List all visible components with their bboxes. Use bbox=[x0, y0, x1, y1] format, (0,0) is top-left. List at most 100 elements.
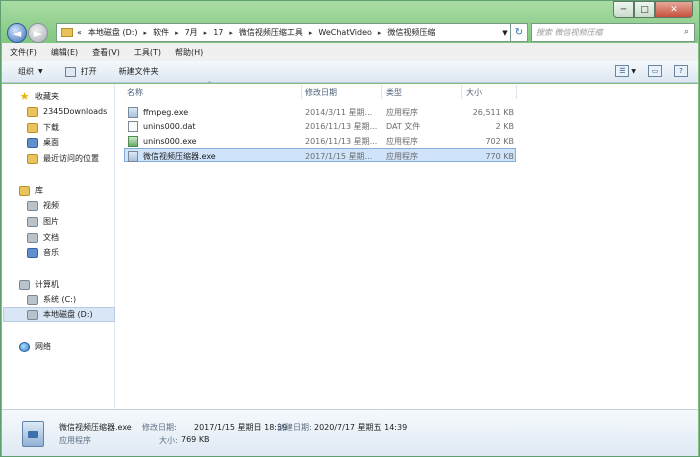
column-header-name[interactable]: 名称 bbox=[127, 84, 143, 100]
nav-recent[interactable]: 最近访问的位置 bbox=[27, 151, 99, 166]
breadcrumb-separator-icon[interactable]: ▸ bbox=[309, 29, 313, 37]
file-name: 微信视频压缩器.exe bbox=[143, 151, 216, 161]
refresh-button[interactable]: ↻ bbox=[510, 23, 528, 42]
nav-network[interactable]: 网络 bbox=[19, 339, 51, 354]
file-date: 2016/11/13 星期... bbox=[305, 121, 378, 131]
file-name: unins000.exe bbox=[143, 136, 197, 146]
address-overflow[interactable]: « bbox=[77, 28, 82, 37]
maximize-button[interactable]: □ bbox=[634, 1, 655, 18]
minimize-button[interactable]: ─ bbox=[613, 1, 634, 18]
organize-label: 组织 bbox=[18, 67, 34, 76]
help-button[interactable]: ? bbox=[674, 65, 688, 77]
column-divider[interactable] bbox=[381, 85, 382, 99]
back-button[interactable]: ◄ bbox=[7, 23, 27, 43]
nav-label: 收藏夹 bbox=[35, 92, 59, 101]
breadcrumb-segment[interactable]: 7月 bbox=[185, 27, 198, 38]
column-divider[interactable] bbox=[301, 85, 302, 99]
breadcrumb-segment[interactable]: 微信视频压缩 bbox=[387, 27, 435, 38]
column-label: 类型 bbox=[386, 87, 402, 97]
menu-tools[interactable]: 工具(T) bbox=[134, 47, 161, 58]
column-label: 大小 bbox=[466, 87, 482, 97]
nav-music[interactable]: 音乐 bbox=[27, 245, 59, 260]
exe-icon bbox=[128, 106, 138, 118]
column-header-type[interactable]: 类型 bbox=[386, 84, 402, 100]
column-divider[interactable] bbox=[516, 85, 517, 99]
exe-icon bbox=[128, 150, 138, 162]
file-name: unins000.dat bbox=[143, 121, 196, 131]
new-folder-button[interactable]: 新建文件夹 bbox=[119, 66, 159, 77]
chevron-down-icon: ▼ bbox=[502, 28, 508, 37]
details-size-label: 大小: bbox=[159, 436, 178, 445]
nav-label: 本地磁盘 (D:) bbox=[43, 310, 93, 319]
table-row[interactable]: unins000.exe 2016/11/13 星期... 应用程序 702 K… bbox=[124, 134, 516, 148]
close-button[interactable]: ✕ bbox=[655, 1, 693, 18]
menu-help[interactable]: 帮助(H) bbox=[175, 47, 203, 58]
breadcrumb-segment[interactable]: 软件 bbox=[153, 27, 169, 38]
nav-label: 视频 bbox=[43, 201, 59, 210]
chevron-down-icon[interactable]: ▼ bbox=[631, 68, 636, 75]
file-size: 26,511 KB bbox=[472, 107, 514, 117]
breadcrumb-separator-icon[interactable]: ▸ bbox=[144, 29, 148, 37]
nav-download[interactable]: 下载 bbox=[27, 120, 59, 135]
breadcrumb-separator-icon[interactable]: ▸ bbox=[175, 29, 179, 37]
menu-file[interactable]: 文件(F) bbox=[10, 47, 37, 58]
breadcrumb-segment[interactable]: 17 bbox=[213, 28, 223, 37]
search-box[interactable]: 搜索 微信视频压缩 ⌕ bbox=[531, 23, 695, 42]
nav-documents[interactable]: 文档 bbox=[27, 230, 59, 245]
details-file-name: 微信视频压缩器.exe bbox=[59, 423, 132, 432]
table-row[interactable]: ffmpeg.exe 2014/3/11 星期... 应用程序 26,511 K… bbox=[124, 105, 516, 119]
nav-desktop[interactable]: 桌面 bbox=[27, 135, 59, 150]
breadcrumb-segment[interactable]: 微信视频压缩工具 bbox=[239, 27, 303, 38]
star-icon: ★ bbox=[19, 90, 30, 103]
file-size: 2 KB bbox=[495, 121, 514, 131]
details-created-value: 2020/7/17 星期五 14:39 bbox=[314, 423, 408, 432]
breadcrumb-separator-icon[interactable]: ▸ bbox=[204, 29, 208, 37]
menu-view[interactable]: 查看(V) bbox=[92, 47, 120, 58]
open-label: 打开 bbox=[80, 67, 97, 76]
nav-favorites[interactable]: ★ 收藏夹 bbox=[19, 89, 59, 104]
open-button[interactable]: 打开 bbox=[64, 66, 97, 77]
details-size-value: 769 KB bbox=[181, 435, 210, 444]
details-modified-label: 修改日期: bbox=[142, 423, 177, 432]
nav-label: 库 bbox=[35, 186, 43, 195]
breadcrumb-separator-icon[interactable]: ▸ bbox=[378, 29, 382, 37]
folder-icon bbox=[61, 28, 73, 37]
column-label: 名称 bbox=[127, 87, 143, 97]
breadcrumb-segment[interactable]: 本地磁盘 (D:) bbox=[88, 27, 138, 38]
breadcrumb-segment[interactable]: WeChatVideo bbox=[318, 28, 371, 37]
nav-computer[interactable]: 计算机 bbox=[19, 277, 59, 292]
nav-drive-d[interactable]: 本地磁盘 (D:) bbox=[3, 307, 115, 322]
nav-label: 桌面 bbox=[43, 138, 59, 147]
drive-icon bbox=[27, 294, 38, 305]
chevron-down-icon: ▼ bbox=[38, 68, 43, 75]
nav-2345downloads[interactable]: 2345Downloads bbox=[27, 104, 107, 119]
file-type: DAT 文件 bbox=[386, 121, 421, 131]
desktop-icon bbox=[27, 137, 38, 148]
file-name: ffmpeg.exe bbox=[143, 107, 189, 117]
table-row[interactable]: unins000.dat 2016/11/13 星期... DAT 文件 2 K… bbox=[124, 119, 516, 133]
nav-pictures[interactable]: 图片 bbox=[27, 214, 59, 229]
preview-pane-button[interactable]: ▭ bbox=[648, 65, 662, 77]
change-view-button[interactable]: ☰ bbox=[615, 65, 630, 77]
address-bar[interactable]: « 本地磁盘 (D:) ▸ 软件 ▸ 7月 ▸ 17 ▸ 微信视频压缩工具 ▸ … bbox=[56, 23, 521, 42]
organize-button[interactable]: 组织 ▼ bbox=[18, 66, 43, 77]
column-header-size[interactable]: 大小 bbox=[466, 84, 482, 100]
folder-icon bbox=[27, 106, 38, 117]
search-input[interactable]: 搜索 微信视频压缩 bbox=[536, 27, 603, 38]
video-icon bbox=[27, 200, 38, 211]
nav-videos[interactable]: 视频 bbox=[27, 198, 59, 213]
nav-libraries[interactable]: 库 bbox=[19, 183, 43, 198]
column-divider[interactable] bbox=[461, 85, 462, 99]
nav-label: 网络 bbox=[35, 342, 51, 351]
search-icon[interactable]: ⌕ bbox=[684, 27, 689, 37]
pictures-icon bbox=[27, 216, 38, 227]
forward-button[interactable]: ► bbox=[28, 23, 48, 43]
nav-drive-c[interactable]: 系统 (C:) bbox=[27, 292, 76, 307]
nav-label: 最近访问的位置 bbox=[43, 154, 99, 163]
table-row-selected[interactable]: 微信视频压缩器.exe 2017/1/15 星期... 应用程序 770 KB bbox=[124, 148, 516, 162]
menu-edit[interactable]: 编辑(E) bbox=[51, 47, 78, 58]
column-header-date[interactable]: 修改日期 bbox=[305, 84, 337, 100]
nav-label: 2345Downloads bbox=[43, 107, 108, 116]
dat-file-icon bbox=[128, 120, 138, 132]
breadcrumb-separator-icon[interactable]: ▸ bbox=[229, 29, 233, 37]
